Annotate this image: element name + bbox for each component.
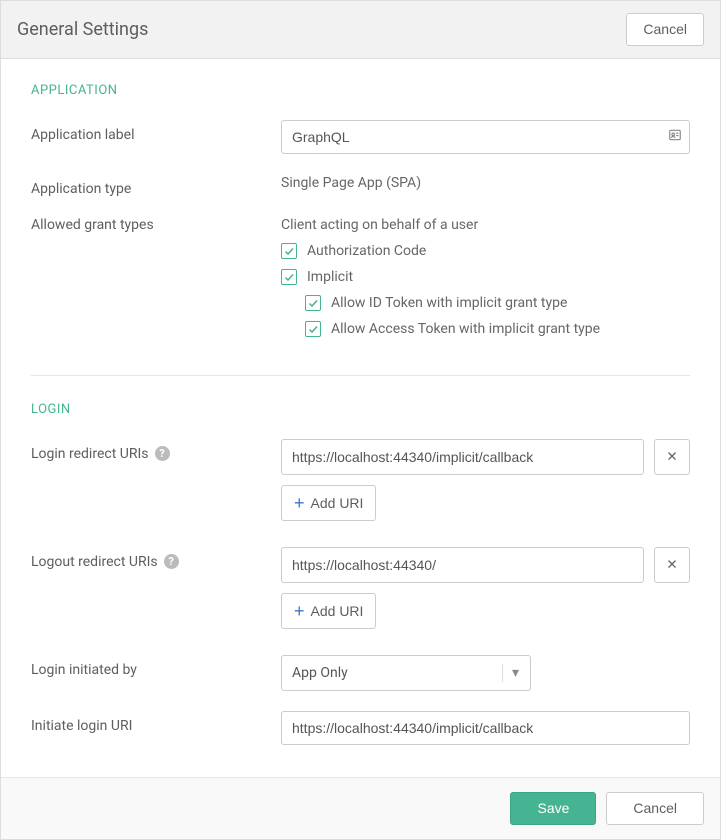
plus-icon: + <box>294 494 305 512</box>
checkbox-label: Authorization Code <box>307 243 426 259</box>
value-application-type: Single Page App (SPA) <box>281 174 690 191</box>
checkbox-implicit[interactable]: Implicit <box>281 269 690 285</box>
cancel-button-top[interactable]: Cancel <box>626 13 704 46</box>
panel-footer: Save Cancel <box>1 777 720 839</box>
close-icon: ✕ <box>666 449 677 465</box>
close-icon: ✕ <box>666 557 677 573</box>
check-icon <box>281 243 297 259</box>
add-uri-label: Add URI <box>311 495 364 511</box>
row-login-initiated-by: Login initiated by App Only ▾ <box>31 655 690 691</box>
panel-header: General Settings Cancel <box>1 1 720 59</box>
cancel-button-bottom[interactable]: Cancel <box>606 792 704 825</box>
input-logout-redirect-uri[interactable] <box>281 547 644 583</box>
contact-card-icon <box>668 128 682 146</box>
checkbox-allow-id-token[interactable]: Allow ID Token with implicit grant type <box>305 295 690 311</box>
label-initiate-login-uri: Initiate login URI <box>31 711 281 734</box>
input-application-label[interactable] <box>281 120 690 154</box>
panel-body: APPLICATION Application label Applicatio… <box>1 59 720 777</box>
row-application-type: Application type Single Page App (SPA) <box>31 174 690 197</box>
row-logout-redirect-uris: Logout redirect URIs ? ✕ + Add URI <box>31 547 690 629</box>
row-application-label: Application label <box>31 120 690 154</box>
help-icon[interactable]: ? <box>155 446 170 461</box>
login-redirect-uri-row: ✕ <box>281 439 690 475</box>
grant-subheading: Client acting on behalf of a user <box>281 217 690 233</box>
add-logout-redirect-uri-button[interactable]: + Add URI <box>281 593 376 629</box>
checkbox-authorization-code[interactable]: Authorization Code <box>281 243 690 259</box>
checkbox-label: Allow Access Token with implicit grant t… <box>331 321 600 337</box>
label-login-redirect-uris: Login redirect URIs ? <box>31 439 281 462</box>
chevron-down-icon: ▾ <box>502 664 520 682</box>
input-login-redirect-uri[interactable] <box>281 439 644 475</box>
remove-uri-button[interactable]: ✕ <box>654 439 690 475</box>
label-grant-types: Allowed grant types <box>31 217 281 233</box>
general-settings-panel: General Settings Cancel APPLICATION Appl… <box>0 0 721 840</box>
row-initiate-login-uri: Initiate login URI <box>31 711 690 745</box>
plus-icon: + <box>294 602 305 620</box>
label-logout-redirect-uris: Logout redirect URIs ? <box>31 547 281 570</box>
remove-uri-button[interactable]: ✕ <box>654 547 690 583</box>
checkbox-label: Implicit <box>307 269 353 285</box>
panel-title: General Settings <box>17 19 148 40</box>
select-login-initiated-by[interactable]: App Only ▾ <box>281 655 531 691</box>
select-value: App Only <box>292 665 348 681</box>
checkbox-label: Allow ID Token with implicit grant type <box>331 295 567 311</box>
label-login-initiated-by: Login initiated by <box>31 655 281 678</box>
section-divider <box>31 375 690 376</box>
label-application-type: Application type <box>31 174 281 197</box>
section-title-application: APPLICATION <box>31 83 690 98</box>
checkbox-allow-access-token[interactable]: Allow Access Token with implicit grant t… <box>305 321 690 337</box>
add-uri-label: Add URI <box>311 603 364 619</box>
check-icon <box>305 295 321 311</box>
save-button[interactable]: Save <box>510 792 596 825</box>
logout-redirect-uri-row: ✕ <box>281 547 690 583</box>
row-login-redirect-uris: Login redirect URIs ? ✕ + Add URI <box>31 439 690 521</box>
check-icon <box>305 321 321 337</box>
check-icon <box>281 269 297 285</box>
input-initiate-login-uri[interactable] <box>281 711 690 745</box>
section-title-login: LOGIN <box>31 402 690 417</box>
row-grant-types: Allowed grant types Client acting on beh… <box>31 217 690 347</box>
label-application-label: Application label <box>31 120 281 143</box>
add-login-redirect-uri-button[interactable]: + Add URI <box>281 485 376 521</box>
help-icon[interactable]: ? <box>164 554 179 569</box>
